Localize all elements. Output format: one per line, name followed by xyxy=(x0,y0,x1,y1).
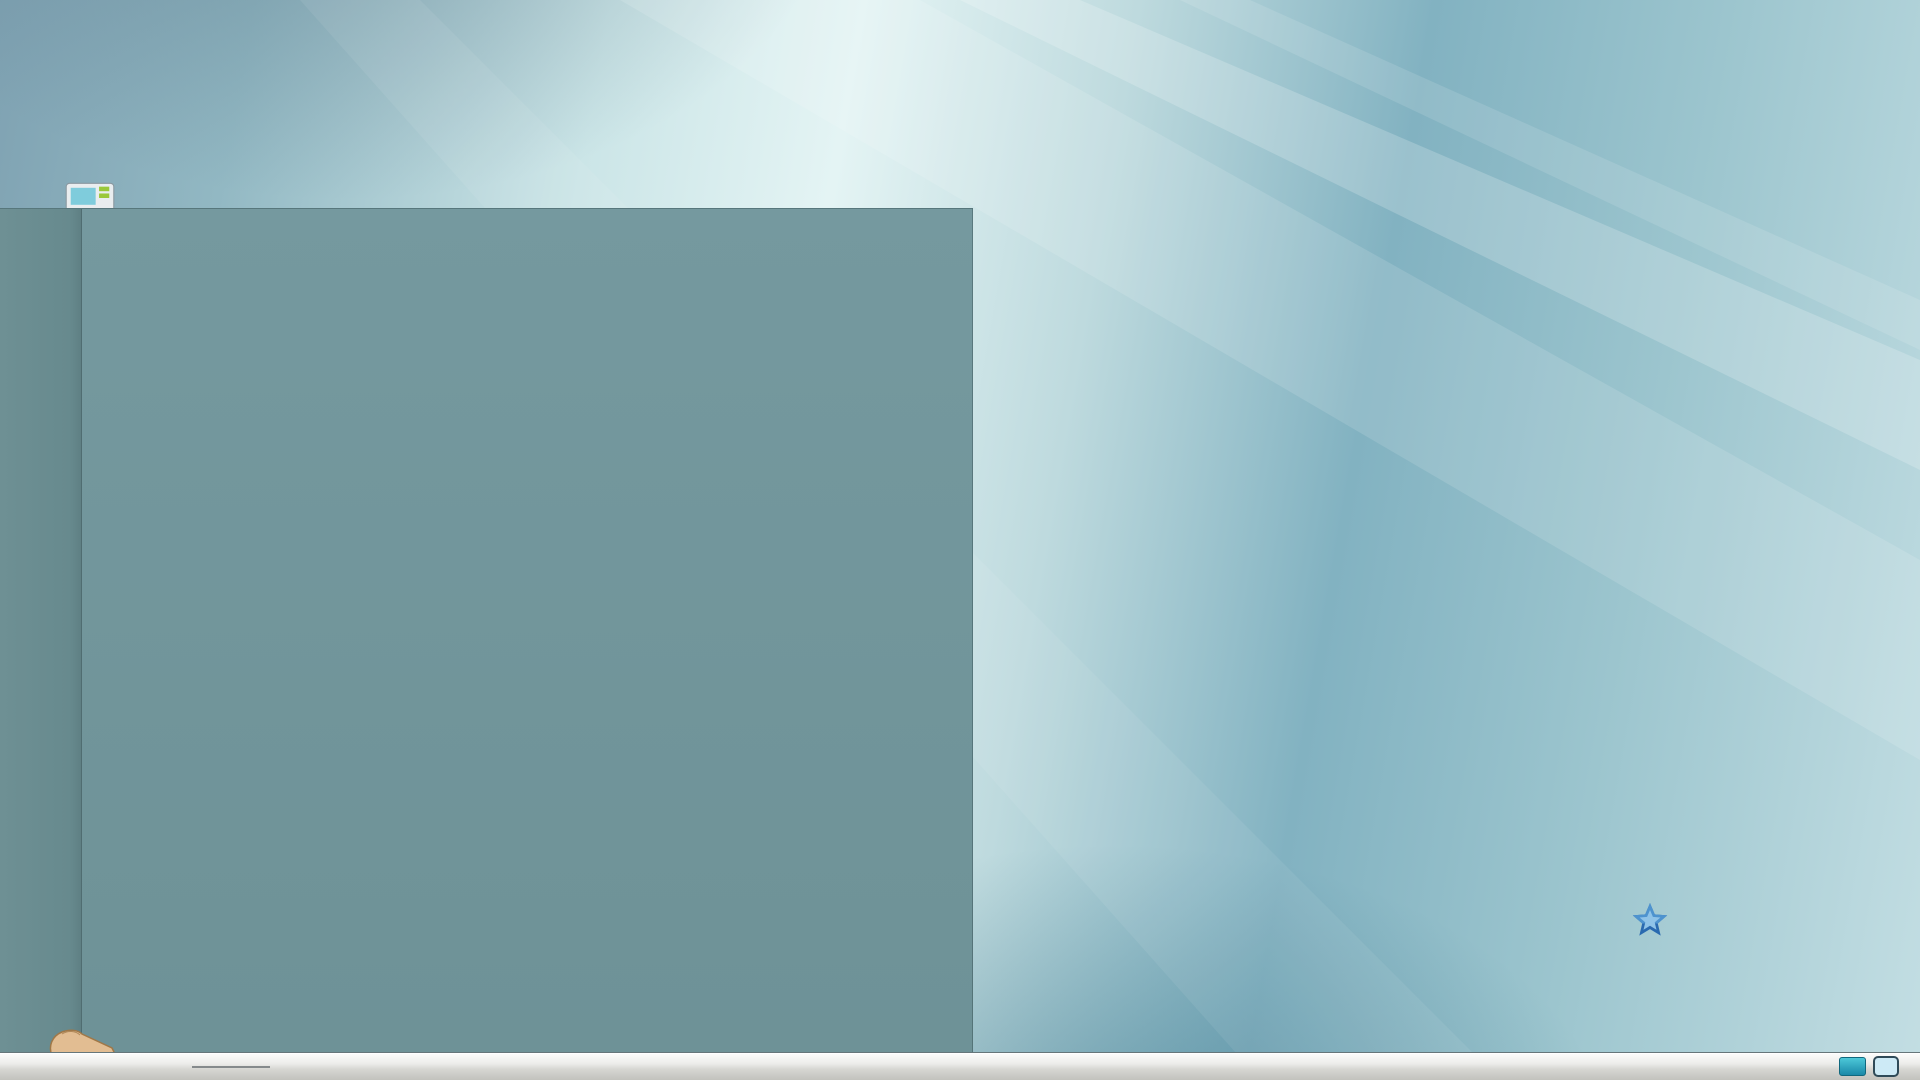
keyboard-language-badge[interactable] xyxy=(1839,1057,1866,1076)
terminal-window-button[interactable] xyxy=(82,1054,114,1080)
astra-logo xyxy=(1628,901,1672,941)
astra-star-icon xyxy=(1630,901,1670,941)
stacked-windows-button[interactable] xyxy=(146,1054,178,1080)
desktop-grid-button[interactable] xyxy=(114,1054,146,1080)
hand-shape xyxy=(22,1018,118,1056)
start-button[interactable] xyxy=(4,1054,36,1080)
system-tray xyxy=(1825,1056,1920,1077)
category-sidebar xyxy=(0,209,82,1053)
settings-panel xyxy=(0,208,973,1053)
virtual-desktop-pager xyxy=(192,1066,270,1068)
taskbar xyxy=(0,1052,1920,1080)
session-level-badge[interactable] xyxy=(1873,1056,1899,1077)
